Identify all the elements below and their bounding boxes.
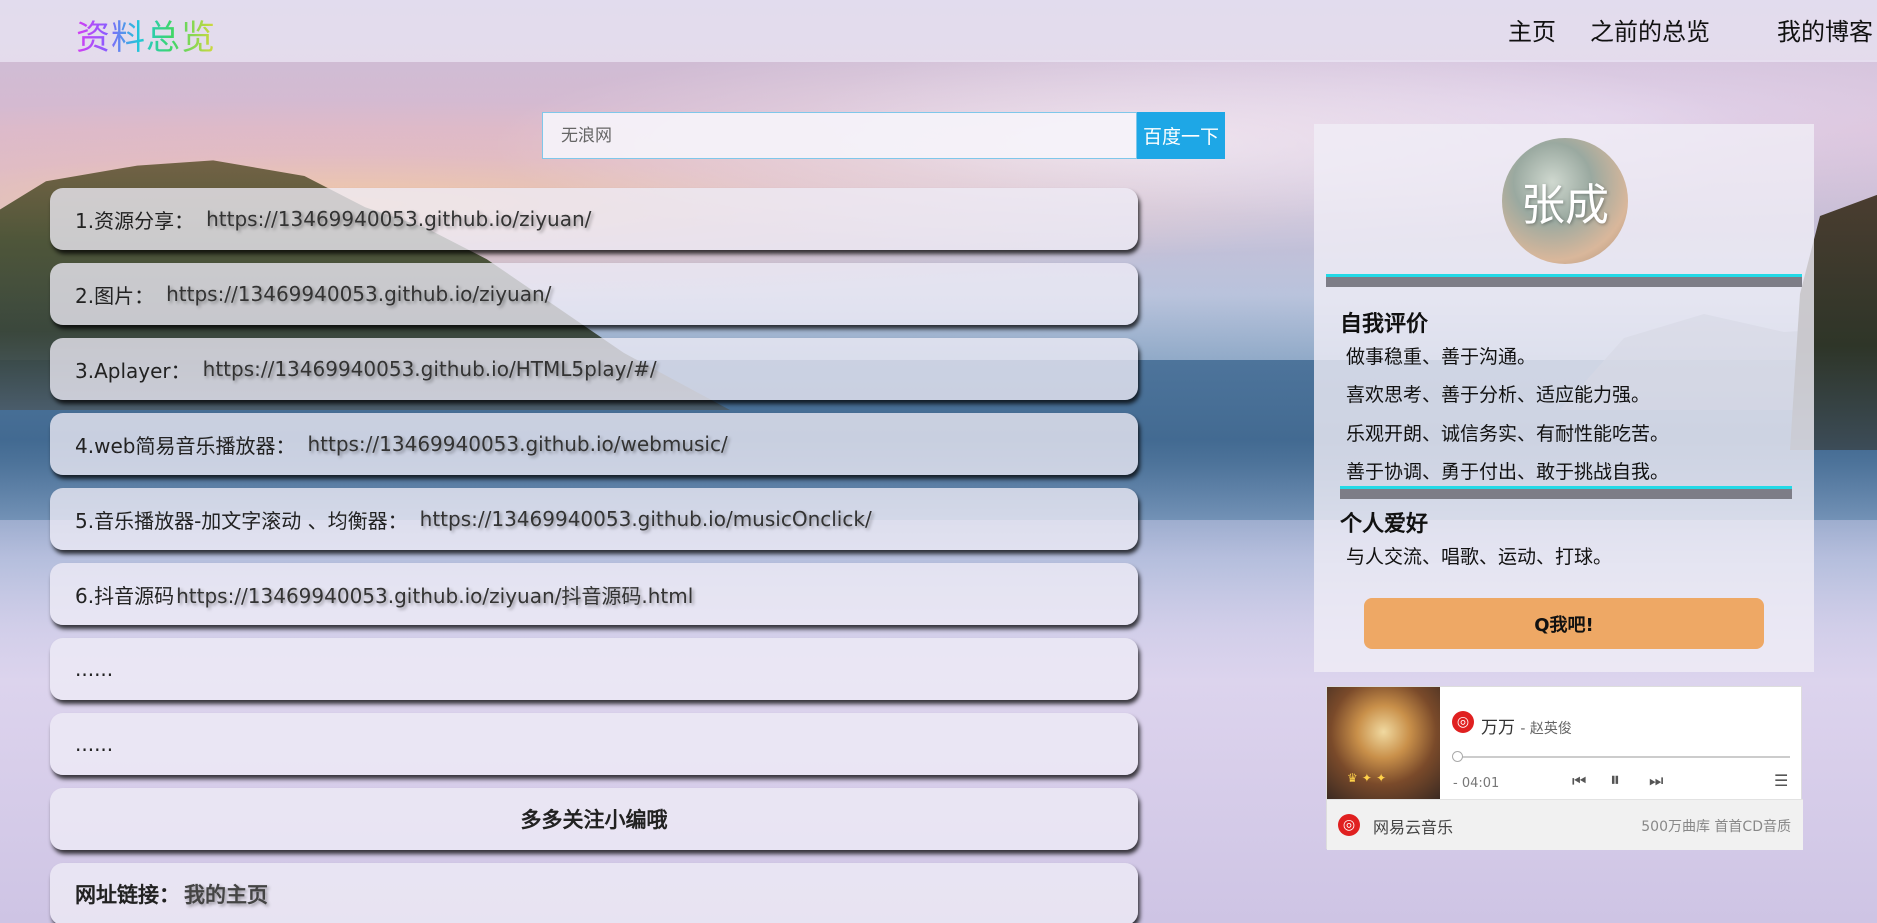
self-eval-line: 乐观开朗、诚信务实、有耐性能吃苦。: [1346, 423, 1670, 445]
list-item-label: 6.抖音源码: [75, 583, 175, 608]
my-homepage-link[interactable]: 我的主页: [184, 879, 268, 909]
hobby-title: 个人爱好: [1340, 512, 1429, 537]
list-item-link[interactable]: https://13469940053.github.io/ziyuan/抖音源…: [176, 580, 693, 609]
avatar: 张成: [1502, 138, 1628, 264]
netease-music-icon: ◎: [1338, 814, 1360, 836]
promo-text: 500万曲库 首首CD音质: [1641, 819, 1791, 835]
list-item-label: ......: [75, 732, 114, 756]
player-footer: ◎ 网易云音乐 500万曲库 首首CD音质: [1327, 799, 1803, 850]
hobby-text: 与人交流、唱歌、运动、打球。: [1346, 546, 1613, 568]
list-item-link[interactable]: https://13469940053.github.io/HTML5play/…: [203, 357, 657, 381]
list-item-web-music-player[interactable]: 4.web简易音乐播放器： https://13469940053.github.…: [50, 413, 1138, 475]
divider: [1326, 274, 1802, 287]
profile-panel: 张成 自我评价 做事稳重、善于沟通。 喜欢思考、善于分析、适应能力强。 乐观开朗…: [1314, 124, 1814, 672]
brand-name[interactable]: 网易云音乐: [1373, 814, 1453, 838]
self-eval-line: 做事稳重、善于沟通。: [1346, 346, 1537, 368]
playlist-icon[interactable]: ☰: [1774, 771, 1788, 790]
song-artist: - 赵英俊: [1520, 721, 1572, 737]
now-playing: 万万 - 赵英俊: [1481, 713, 1572, 738]
music-player: ♛ ✦ ✦ ◎ 万万 - 赵英俊 - 04:01 ⏮ ⏸ ⏭ ☰ ◎ 网易云音乐…: [1326, 686, 1803, 850]
list-item-label: 5.音乐播放器-加文字滚动 、均衡器：: [75, 508, 408, 533]
list-item-label: 4.web简易音乐播放器：: [75, 433, 296, 458]
list-item-douyin-source[interactable]: 6.抖音源码 https://13469940053.github.io/ziyu…: [50, 563, 1138, 625]
site-logo[interactable]: 资料总览: [76, 10, 216, 59]
nav-home[interactable]: 主页: [1508, 12, 1556, 47]
list-item-images[interactable]: 2.图片： https://13469940053.github.io/ziyua…: [50, 263, 1138, 325]
list-item-aplayer[interactable]: 3.Aplayer： https://13469940053.github.io/…: [50, 338, 1138, 400]
list-item-label: 3.Aplayer：: [75, 358, 191, 383]
nav-my-blog[interactable]: 我的博客: [1777, 12, 1873, 47]
netease-music-icon: ◎: [1452, 711, 1474, 733]
link-row: 网址链接： 我的主页: [50, 863, 1138, 923]
list-item-link[interactable]: https://13469940053.github.io/musicOncli…: [420, 507, 872, 531]
self-eval-title: 自我评价: [1340, 312, 1429, 337]
list-item-music-player-equalizer[interactable]: 5.音乐播放器-加文字滚动 、均衡器： https://13469940053.g…: [50, 488, 1138, 550]
pause-icon[interactable]: ⏸: [1610, 767, 1620, 791]
progress-handle[interactable]: [1452, 751, 1463, 762]
progress-track[interactable]: [1454, 756, 1790, 758]
qq-contact-button[interactable]: Q我吧!: [1364, 598, 1764, 649]
list-item-link[interactable]: https://13469940053.github.io/webmusic/: [307, 432, 727, 456]
next-icon[interactable]: ⏭: [1649, 771, 1663, 791]
nav-previous-overview[interactable]: 之前的总览: [1590, 12, 1710, 47]
search-input[interactable]: [542, 112, 1137, 159]
divider: [1340, 486, 1792, 499]
follow-text: 多多关注小编哦: [520, 808, 668, 832]
list-item-more: ......: [50, 638, 1138, 700]
time-remaining: - 04:01: [1453, 776, 1500, 791]
album-cover: ♛ ✦ ✦: [1327, 687, 1440, 799]
list-item-resources[interactable]: 1.资源分享： https://13469940053.github.io/ziy…: [50, 188, 1138, 250]
follow-message: 多多关注小编哦: [50, 788, 1138, 850]
list-item-label: ......: [75, 657, 114, 681]
search-button[interactable]: 百度一下: [1137, 112, 1225, 159]
list-item-link[interactable]: https://13469940053.github.io/ziyuan/: [206, 207, 591, 231]
list-item-link[interactable]: https://13469940053.github.io/ziyuan/: [166, 282, 551, 306]
top-header: 资料总览 主页 之前的总览 我的博客: [0, 0, 1877, 62]
list-item-label: 2.图片：: [75, 283, 155, 308]
prev-icon[interactable]: ⏮: [1572, 771, 1586, 791]
list-item-more: ......: [50, 713, 1138, 775]
list-item-label: 1.资源分享：: [75, 208, 195, 233]
self-eval-line: 善于协调、勇于付出、敢于挑战自我。: [1346, 461, 1670, 483]
link-row-label: 网址链接：: [75, 883, 180, 907]
cover-art-decoration: ♛ ✦ ✦: [1347, 771, 1387, 785]
avatar-name: 张成: [1521, 180, 1609, 231]
self-eval-line: 喜欢思考、善于分析、适应能力强。: [1346, 384, 1651, 406]
song-title: 万万: [1481, 718, 1515, 738]
